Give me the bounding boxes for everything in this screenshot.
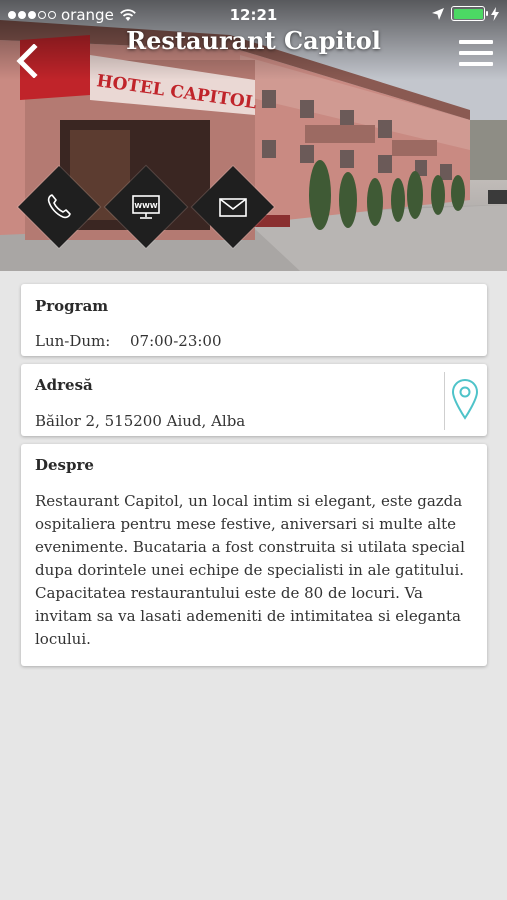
program-hours-row: Lun-Dum: 07:00-23:00 [35, 332, 222, 350]
www-icon: WWW [132, 195, 160, 219]
map-pin-icon[interactable] [451, 378, 479, 422]
chevron-left-icon [16, 43, 38, 79]
address-card[interactable]: Adresă Băilor 2, 515200 Aiud, Alba [21, 364, 487, 436]
svg-text:WWW: WWW [134, 202, 157, 210]
call-button[interactable] [17, 165, 101, 249]
about-card: Despre Restaurant Capitol, un local inti… [21, 444, 487, 666]
mail-icon [219, 198, 247, 217]
address-title: Adresă [35, 376, 93, 394]
website-button[interactable]: WWW [104, 165, 188, 249]
program-title: Program [35, 297, 109, 315]
hamburger-icon [459, 40, 493, 44]
location-arrow-icon [432, 7, 444, 20]
menu-button[interactable] [459, 40, 493, 70]
phone-icon [47, 194, 71, 219]
email-button[interactable] [191, 165, 275, 249]
battery-icon [451, 6, 488, 21]
address-value: Băilor 2, 515200 Aiud, Alba [35, 412, 246, 430]
about-title: Despre [35, 456, 94, 474]
charging-icon [491, 6, 499, 21]
back-button[interactable] [14, 43, 44, 79]
program-days: Lun-Dum: [35, 332, 111, 350]
program-card: Program Lun-Dum: 07:00-23:00 [21, 284, 487, 356]
program-hours: 07:00-23:00 [130, 332, 222, 350]
about-text: Restaurant Capitol, un local intim si el… [35, 492, 465, 648]
page-title: Restaurant Capitol [126, 26, 381, 55]
